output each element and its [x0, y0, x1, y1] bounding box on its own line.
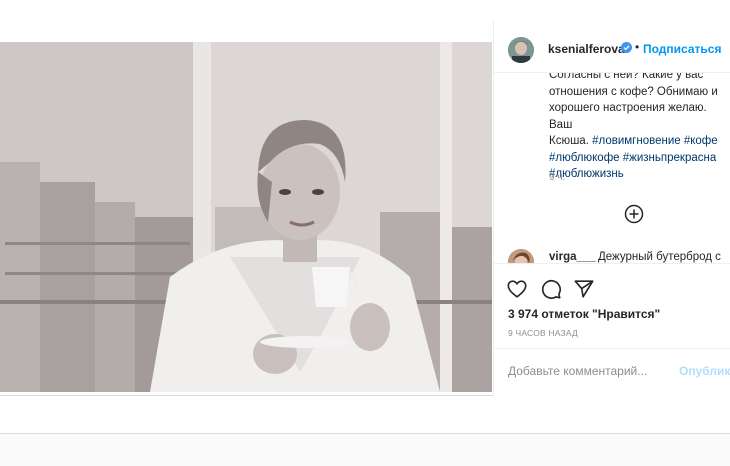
follow-button[interactable]: Подписаться: [643, 42, 721, 56]
caption-line-3: хорошего настроения желаю. Ваш: [549, 102, 707, 131]
post-caption: Согласны с ней? Какие у вас отношения с …: [549, 73, 729, 183]
comment-input[interactable]: Добавьте комментарий...: [508, 364, 647, 378]
likes-count[interactable]: 3 974 отметок "Нравится": [508, 307, 660, 321]
publish-button[interactable]: Опубликовать: [679, 364, 730, 378]
hashtag-link[interactable]: #люблюкофе: [549, 152, 620, 164]
caption-line-1: Согласны с ней? Какие у вас: [549, 73, 704, 81]
caption-line-2: отношения с кофе? Обнимаю и: [549, 85, 718, 98]
caption-line-4: Ксюша. #ловимгновение #кофе: [549, 133, 729, 150]
hashtag-link[interactable]: #ловимгновение: [592, 135, 681, 147]
post-photo[interactable]: [0, 42, 492, 392]
comment-item: virga___ Дежурный бутерброд с: [494, 244, 730, 264]
commenter-username[interactable]: virga___: [549, 251, 596, 263]
avatar[interactable]: [508, 37, 534, 63]
page-background: [0, 435, 730, 466]
username-link[interactable]: ksenialferova: [548, 42, 625, 56]
caption-line-6: #люблюжизнь: [549, 166, 729, 183]
top-strip: [0, 0, 730, 20]
avatar-image: [508, 37, 534, 63]
post-actions: [494, 274, 730, 300]
caption-signature: Ксюша.: [549, 135, 589, 147]
post-side-panel: ksenialferova • Подписаться Согласны с н…: [493, 20, 730, 396]
paper-plane-icon[interactable]: [573, 278, 595, 300]
hashtag-link[interactable]: #жизньпрекрасна: [623, 152, 716, 164]
caption-line-5: #люблюкофе #жизньпрекрасна: [549, 150, 729, 167]
post-header: ksenialferova • Подписаться: [494, 20, 730, 73]
comment-text: Дежурный бутерброд с: [598, 251, 721, 263]
commenter-avatar[interactable]: [508, 249, 534, 263]
plus-circle-icon[interactable]: [624, 204, 644, 224]
comment-icon[interactable]: [540, 278, 562, 300]
next-post-card: [0, 396, 730, 434]
post-timestamp[interactable]: 9 ЧАСОВ НАЗАД: [508, 328, 578, 338]
heart-icon[interactable]: [506, 278, 528, 300]
caption-time[interactable]: 9 ч.: [549, 172, 565, 183]
commenter-avatar-image: [508, 249, 534, 263]
separator-dot: •: [635, 40, 640, 54]
photo-illustration: [0, 42, 492, 392]
post-card: ksenialferova • Подписаться Согласны с н…: [0, 20, 730, 396]
verified-badge-icon: [621, 42, 632, 53]
hashtag-link[interactable]: #кофе: [684, 135, 718, 147]
add-comment-bar: Добавьте комментарий... Опубликовать: [494, 348, 730, 396]
top-strip-bg: [0, 0, 730, 20]
